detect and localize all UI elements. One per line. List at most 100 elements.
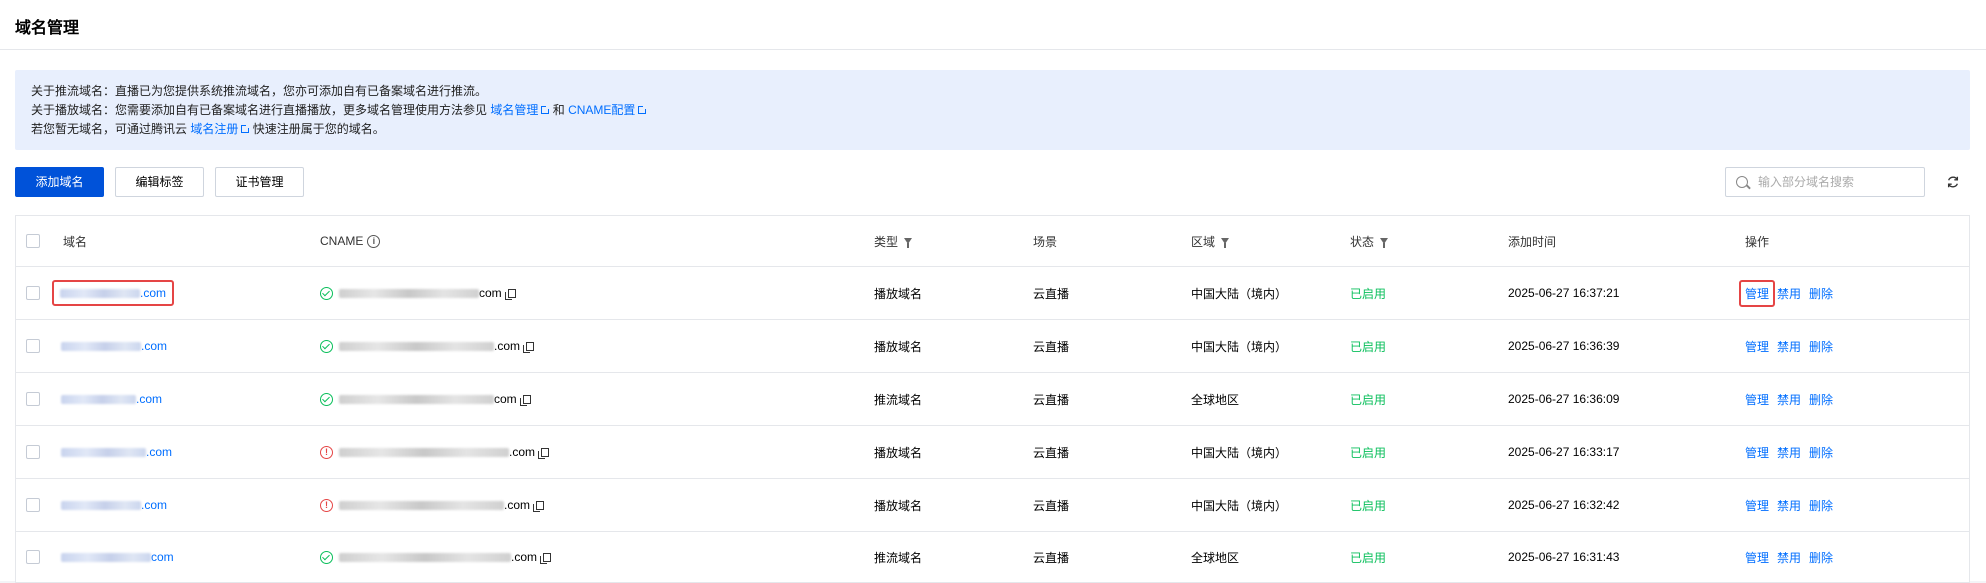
- exclamation-circle-icon: !: [320, 445, 333, 459]
- manage-button[interactable]: 管理: [1745, 285, 1769, 302]
- added-time-cell: 2025-06-27 16:36:09: [1508, 392, 1620, 406]
- manage-button[interactable]: 管理: [1745, 549, 1769, 566]
- check-circle-icon: [320, 339, 333, 353]
- table-row: .com! .com 播放域名 云直播 中国大陆（境内） 已启用 2025-06-27 16…: [16, 479, 1969, 532]
- added-time-cell: 2025-06-27 16:33:17: [1508, 445, 1620, 459]
- redacted-cname: [339, 500, 504, 510]
- copy-icon[interactable]: [533, 500, 545, 512]
- domain-suffix: com: [151, 550, 174, 564]
- scene-cell: 云直播: [1033, 498, 1070, 513]
- copy-icon[interactable]: [538, 447, 550, 459]
- toolbar: 添加域名 编辑标签 证书管理: [15, 167, 1970, 197]
- region-cell: 中国大陆（境内）: [1191, 286, 1288, 301]
- domain-mgmt-link[interactable]: 域名管理: [490, 103, 551, 117]
- col-header-region: 区域: [1191, 216, 1230, 266]
- status-cell: 已启用: [1350, 498, 1387, 513]
- type-cell: 播放域名: [874, 339, 923, 354]
- domain-register-link[interactable]: 域名注册: [190, 122, 251, 136]
- type-cell: 播放域名: [874, 445, 923, 460]
- domain-link[interactable]: .com: [60, 286, 166, 300]
- cert-mgmt-button[interactable]: 证书管理: [215, 167, 304, 197]
- search-input[interactable]: [1758, 168, 1918, 196]
- notice-line-2: 关于播放域名：您需要添加自有已备案域名进行直播播放，更多域名管理使用方法参见 域…: [31, 101, 1954, 120]
- disable-button[interactable]: 禁用: [1777, 549, 1801, 566]
- cname-suffix: .com: [504, 498, 531, 512]
- highlight-box: 管理: [1739, 279, 1776, 307]
- domain-link[interactable]: .com: [61, 392, 162, 406]
- disable-button[interactable]: 禁用: [1777, 444, 1801, 461]
- type-cell: 播放域名: [874, 498, 923, 513]
- cname-suffix: com: [479, 286, 502, 300]
- delete-button[interactable]: 删除: [1809, 444, 1833, 461]
- domain-link[interactable]: .com: [61, 498, 167, 512]
- status-cell: 已启用: [1350, 286, 1387, 301]
- manage-button[interactable]: 管理: [1745, 497, 1769, 514]
- added-time-cell: 2025-06-27 16:36:39: [1508, 339, 1620, 353]
- row-checkbox[interactable]: [26, 550, 40, 564]
- domain-suffix: .com: [146, 445, 173, 459]
- domain-suffix: .com: [136, 392, 163, 406]
- domain-link[interactable]: com: [61, 550, 174, 564]
- main-content: 关于推流域名：直播已为您提供系统推流域名，您亦可添加自有已备案域名进行推流。 关…: [0, 50, 1986, 583]
- domain-register-link-label: 域名注册: [190, 122, 239, 136]
- filter-icon[interactable]: [904, 238, 913, 248]
- col-header-status-label: 状态: [1350, 234, 1375, 249]
- row-checkbox[interactable]: [26, 392, 40, 406]
- delete-button[interactable]: 删除: [1809, 338, 1833, 355]
- region-cell: 全球地区: [1191, 550, 1240, 565]
- disable-button[interactable]: 禁用: [1777, 285, 1801, 302]
- delete-button[interactable]: 删除: [1809, 391, 1833, 408]
- notice-text-3: 若您暂无域名，可通过腾讯云: [31, 122, 188, 136]
- filter-icon[interactable]: [1380, 238, 1389, 248]
- domain-link[interactable]: .com: [61, 339, 167, 353]
- table-row: .com com 播放域名 云直播 中国大陆（境内） 已启用 2025-06-27 16:3…: [16, 267, 1969, 320]
- status-cell: 已启用: [1350, 392, 1387, 407]
- highlight-box: .com: [52, 280, 175, 306]
- manage-button[interactable]: 管理: [1745, 391, 1769, 408]
- page-header: 域名管理: [0, 0, 1986, 50]
- status-cell: 已启用: [1350, 445, 1387, 460]
- redacted-cname: [339, 394, 494, 404]
- disable-button[interactable]: 禁用: [1777, 497, 1801, 514]
- scene-cell: 云直播: [1033, 286, 1070, 301]
- row-checkbox[interactable]: [26, 498, 40, 512]
- region-cell: 中国大陆（境内）: [1191, 445, 1288, 460]
- edit-tags-button[interactable]: 编辑标签: [115, 167, 204, 197]
- copy-icon[interactable]: [523, 341, 535, 353]
- delete-button[interactable]: 删除: [1809, 285, 1833, 302]
- row-checkbox[interactable]: [26, 445, 40, 459]
- manage-button[interactable]: 管理: [1745, 444, 1769, 461]
- cname-suffix: com: [494, 392, 517, 406]
- table-header-row: 域名 CNAME i 类型 场景 区域 状态 添加时间 操作: [16, 216, 1969, 267]
- check-circle-icon: [320, 550, 333, 564]
- cname-config-link[interactable]: CNAME配置: [568, 103, 648, 117]
- disable-button[interactable]: 禁用: [1777, 338, 1801, 355]
- select-all-checkbox[interactable]: [26, 234, 40, 248]
- disable-button[interactable]: 禁用: [1777, 391, 1801, 408]
- col-header-cname: CNAME i: [320, 216, 381, 266]
- redacted-domain: [61, 341, 141, 351]
- copy-icon[interactable]: [504, 288, 516, 300]
- domain-link[interactable]: .com: [61, 445, 172, 459]
- manage-button[interactable]: 管理: [1745, 338, 1769, 355]
- copy-icon[interactable]: [540, 552, 552, 564]
- scene-cell: 云直播: [1033, 392, 1070, 407]
- external-link-icon: [541, 105, 551, 114]
- delete-button[interactable]: 删除: [1809, 549, 1833, 566]
- add-domain-button[interactable]: 添加域名: [15, 167, 104, 197]
- col-header-cname-label: CNAME: [320, 234, 364, 248]
- cname-config-link-label: CNAME配置: [568, 103, 636, 117]
- exclamation-circle-icon: !: [320, 498, 333, 512]
- row-checkbox[interactable]: [26, 286, 40, 300]
- info-icon[interactable]: i: [367, 234, 381, 248]
- col-header-type: 类型: [874, 216, 913, 266]
- refresh-icon[interactable]: [1946, 175, 1960, 189]
- delete-button[interactable]: 删除: [1809, 497, 1833, 514]
- row-checkbox[interactable]: [26, 339, 40, 353]
- type-cell: 推流域名: [874, 392, 923, 407]
- copy-icon[interactable]: [519, 394, 531, 406]
- filter-icon[interactable]: [1221, 238, 1230, 248]
- page-title: 域名管理: [15, 20, 80, 37]
- scene-cell: 云直播: [1033, 550, 1070, 565]
- table-row: com .com 推流域名 云直播 全球地区 已启用 2025-06-27 16:31:43…: [16, 532, 1969, 582]
